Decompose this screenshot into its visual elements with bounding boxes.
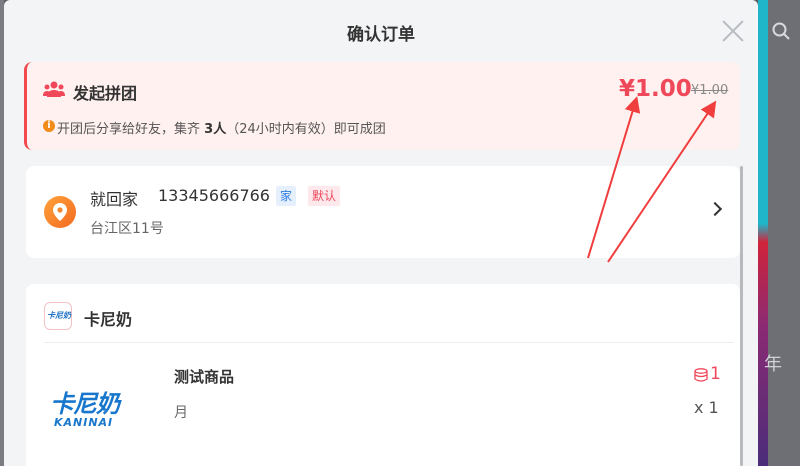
location-icon [44, 196, 76, 228]
confirm-order-modal: 确认订单 发起拼团 ¥1.00 ¥1.00 i 开团后分享给好友，集齐 3人（2… [4, 0, 758, 466]
group-price: ¥1.00 [619, 76, 692, 102]
group-title: 发起拼团 [73, 84, 138, 103]
scrollbar[interactable] [740, 166, 743, 466]
recipient-name: 就回家 [90, 190, 139, 209]
product-name: 测试商品 [174, 368, 235, 386]
group-info-text: 开团后分享给好友，集齐 3人（24小时内有效）即可成团 [57, 122, 386, 137]
close-icon[interactable] [720, 18, 746, 44]
points-coin-icon [694, 368, 708, 382]
background-side-text: 年 [764, 354, 782, 375]
product-quantity: x 1 [694, 398, 719, 417]
modal-title: 确认订单 [347, 25, 415, 45]
info-icon: i [43, 120, 55, 132]
product-logo-text: 卡尼奶 [50, 390, 120, 418]
address-tag-home: 家 [276, 186, 297, 206]
background-color-strip [758, 0, 768, 466]
shop-name: 卡尼奶 [84, 310, 133, 329]
group-users-icon [43, 81, 65, 97]
group-member-count: 3人 [204, 122, 227, 137]
address-card[interactable]: 就回家 13345666766 家 默认 台江区11号 [26, 166, 740, 258]
address-tag-default: 默认 [308, 186, 341, 206]
product-points: 1 [710, 364, 721, 384]
chevron-right-icon[interactable] [707, 201, 723, 217]
group-buy-card: 发起拼团 ¥1.00 ¥1.00 i 开团后分享给好友，集齐 3人（24小时内有… [24, 62, 740, 150]
recipient-phone: 13345666766 [158, 186, 270, 205]
product-logo-subtext: KANINAI [54, 416, 114, 429]
shop-card: 卡尼奶 卡尼奶 卡尼奶 KANINAI 测试商品 月 1 x 1 [26, 284, 740, 466]
original-price: ¥1.00 [691, 83, 729, 98]
shop-divider [44, 342, 734, 343]
product-image: 卡尼奶 KANINAI [44, 376, 150, 448]
shop-logo: 卡尼奶 [44, 302, 72, 330]
address-detail: 台江区11号 [90, 221, 164, 237]
product-spec: 月 [174, 405, 188, 421]
search-icon[interactable] [772, 22, 790, 45]
